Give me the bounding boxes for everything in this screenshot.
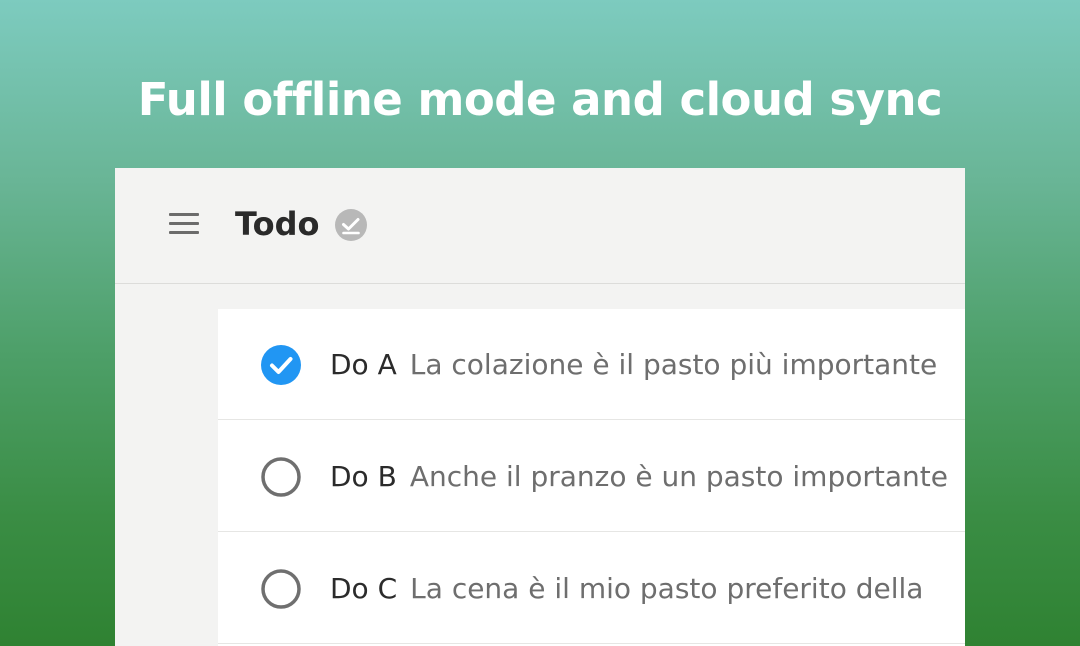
- todo-description: La colazione è il pasto più importante: [409, 348, 938, 381]
- todo-item-c[interactable]: Do C La cena è il mio pasto preferito del…: [218, 533, 965, 644]
- todo-name: Do A: [330, 348, 397, 381]
- page-title: Todo: [235, 205, 320, 243]
- sync-done-icon[interactable]: [334, 208, 368, 242]
- todo-item-b[interactable]: Do B Anche il pranzo è un pasto important…: [218, 421, 965, 532]
- checked-checkbox-icon[interactable]: [261, 345, 301, 385]
- todo-name: Do B: [330, 460, 397, 493]
- unchecked-checkbox-icon[interactable]: [261, 569, 301, 609]
- todo-item-a[interactable]: Do A La colazione è il pasto più importan…: [218, 309, 965, 420]
- unchecked-checkbox-icon[interactable]: [261, 457, 301, 497]
- hamburger-menu-icon[interactable]: [167, 212, 201, 236]
- app-window: Todo Do A La colazione è il pasto più imp…: [115, 168, 965, 646]
- todo-description: La cena è il mio pasto preferito della: [410, 572, 924, 605]
- todo-text: Do B Anche il pranzo è un pasto important…: [330, 457, 948, 497]
- app-header: Todo: [115, 168, 965, 284]
- todo-list: Do A La colazione è il pasto più importan…: [218, 309, 965, 646]
- todo-text: Do A La colazione è il pasto più importan…: [330, 345, 937, 385]
- todo-name: Do C: [330, 572, 398, 605]
- todo-text: Do C La cena è il mio pasto preferito del…: [330, 569, 923, 609]
- todo-description: Anche il pranzo è un pasto importante: [409, 460, 948, 493]
- promo-headline: Full offline mode and cloud sync: [137, 73, 943, 126]
